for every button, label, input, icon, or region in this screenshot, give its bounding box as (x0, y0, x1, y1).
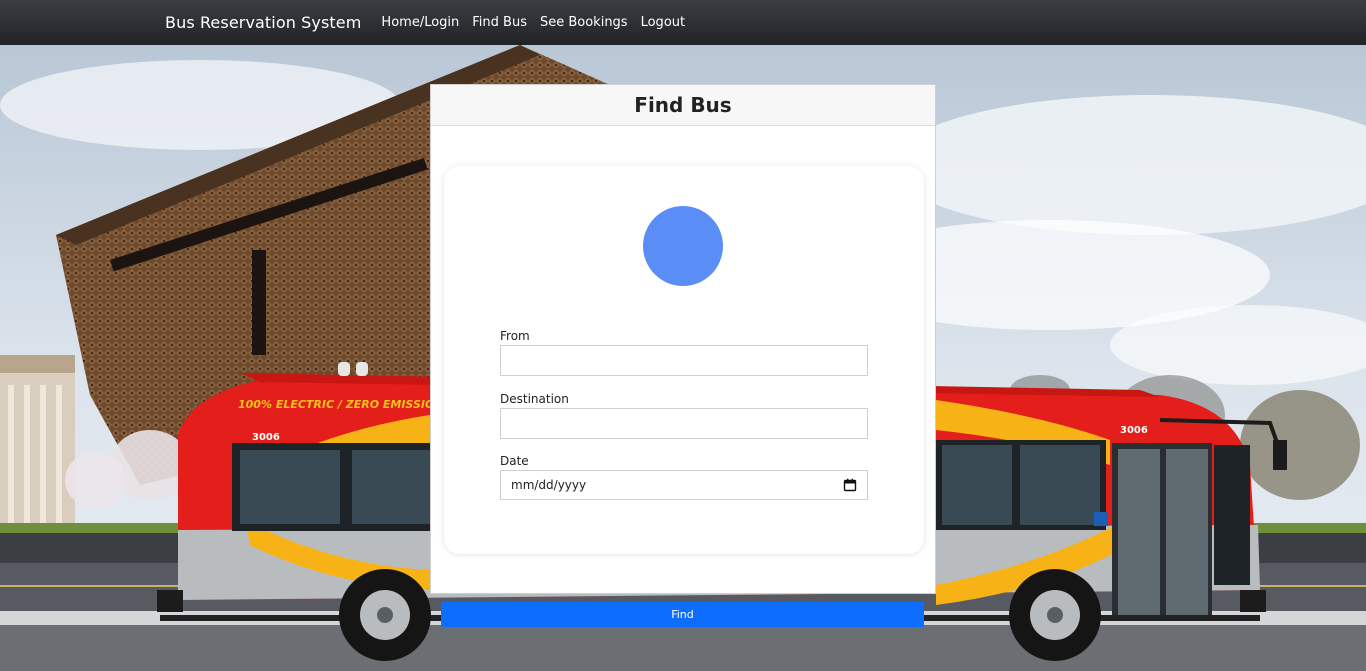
nav-link-see-bookings[interactable]: See Bookings (540, 15, 628, 30)
destination-label: Destination (500, 392, 569, 406)
bus-slogan-text: 100% ELECTRIC / ZERO EMISSION (238, 398, 444, 411)
page-title: Find Bus (431, 85, 935, 126)
nav-links: Home/Login Find Bus See Bookings Logout (381, 15, 698, 30)
nav-link-logout[interactable]: Logout (641, 15, 686, 30)
brand-title[interactable]: Bus Reservation System (165, 13, 361, 32)
search-form-card: From Destination Date mm/dd/yyyy (444, 166, 924, 554)
calendar-icon[interactable] (843, 478, 857, 492)
top-navbar: Bus Reservation System Home/Login Find B… (0, 0, 1366, 45)
from-field-group: From (500, 329, 868, 376)
date-field-group: Date mm/dd/yyyy (500, 454, 868, 500)
nav-link-find-bus[interactable]: Find Bus (472, 15, 527, 30)
avatar (643, 206, 723, 286)
find-bus-panel: Find Bus From Destination Date mm/dd/yyy… (430, 84, 936, 594)
destination-input[interactable] (500, 408, 868, 439)
from-input[interactable] (500, 345, 868, 376)
destination-field-group: Destination (500, 392, 868, 439)
date-label: Date (500, 454, 529, 468)
bus-number-left: 3006 (252, 432, 280, 443)
find-button[interactable]: Find (441, 602, 924, 627)
from-label: From (500, 329, 530, 343)
date-input[interactable]: mm/dd/yyyy (500, 470, 868, 500)
date-placeholder: mm/dd/yyyy (511, 478, 587, 492)
wheelchair-icon (1094, 512, 1108, 526)
nav-link-home-login[interactable]: Home/Login (381, 15, 459, 30)
bus-number-right: 3006 (1120, 425, 1148, 436)
